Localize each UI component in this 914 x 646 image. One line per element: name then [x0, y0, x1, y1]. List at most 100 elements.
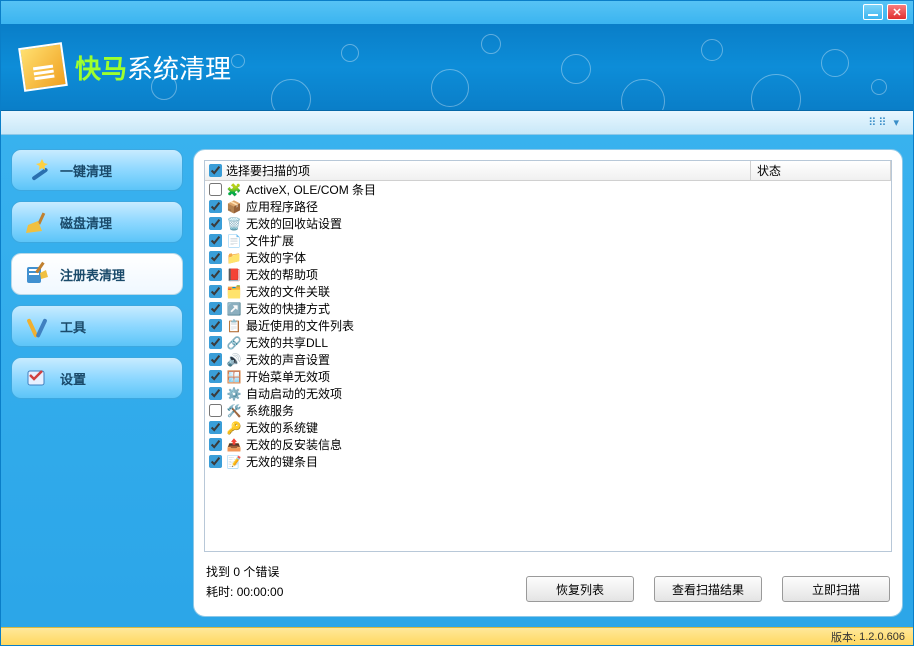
item-icon: 📝 [226, 454, 242, 470]
sidebar-item-label: 磁盘清理 [60, 213, 112, 232]
toolbar: ⠿⠿ ▾ [1, 111, 913, 135]
restore-list-button[interactable]: 恢复列表 [526, 576, 634, 602]
tools-icon [24, 313, 50, 339]
item-checkbox[interactable] [209, 319, 222, 332]
column-header-select[interactable]: 选择要扫描的项 [205, 161, 751, 180]
item-checkbox[interactable] [209, 183, 222, 196]
app-header: 快马系统清理 [1, 23, 913, 111]
item-icon: ↗️ [226, 301, 242, 317]
item-icon: 🗑️ [226, 216, 242, 232]
list-item[interactable]: ⚙️自动启动的无效项 [205, 385, 891, 402]
list-item[interactable]: 📦应用程序路径 [205, 198, 891, 215]
body-area: 一键清理 磁盘清理 注册表清理 工具 [1, 135, 913, 627]
status-text: 找到 0 个错误 耗时: 00:00:00 [206, 562, 506, 602]
item-checkbox[interactable] [209, 421, 222, 434]
app-logo-icon [18, 42, 68, 92]
sidebar-item-disk[interactable]: 磁盘清理 [11, 201, 183, 243]
item-label: 开始菜单无效项 [246, 368, 330, 385]
main-panel: 选择要扫描的项 状态 🧩ActiveX, OLE/COM 条目📦应用程序路径🗑️… [193, 149, 903, 617]
item-icon: 📕 [226, 267, 242, 283]
item-label: 无效的帮助项 [246, 266, 318, 283]
item-checkbox[interactable] [209, 268, 222, 281]
registry-icon [24, 261, 50, 287]
item-checkbox[interactable] [209, 234, 222, 247]
sidebar-item-tools[interactable]: 工具 [11, 305, 183, 347]
app-title-brand: 快马 [75, 54, 127, 84]
item-checkbox[interactable] [209, 387, 222, 400]
item-label: 无效的声音设置 [246, 351, 330, 368]
list-item[interactable]: 📤无效的反安装信息 [205, 436, 891, 453]
menu-grip-icon[interactable]: ⠿⠿ ▾ [868, 116, 901, 129]
list-item[interactable]: 📕无效的帮助项 [205, 266, 891, 283]
app-window: ✕ 快马系统清理 ⠿⠿ ▾ [0, 0, 914, 646]
status-area: 找到 0 个错误 耗时: 00:00:00 恢复列表 查看扫描结果 立即扫描 [204, 552, 892, 606]
item-checkbox[interactable] [209, 353, 222, 366]
item-checkbox[interactable] [209, 302, 222, 315]
item-label: 无效的快捷方式 [246, 300, 330, 317]
list-header: 选择要扫描的项 状态 [205, 161, 891, 181]
item-checkbox[interactable] [209, 200, 222, 213]
item-checkbox[interactable] [209, 285, 222, 298]
list-item[interactable]: 🔊无效的声音设置 [205, 351, 891, 368]
item-checkbox[interactable] [209, 370, 222, 383]
item-checkbox[interactable] [209, 336, 222, 349]
item-icon: 📁 [226, 250, 242, 266]
list-item[interactable]: 🗂️无效的文件关联 [205, 283, 891, 300]
item-icon: ⚙️ [226, 386, 242, 402]
item-label: 系统服务 [246, 402, 294, 419]
item-icon: 📤 [226, 437, 242, 453]
list-item[interactable]: ↗️无效的快捷方式 [205, 300, 891, 317]
item-label: 文件扩展 [246, 232, 294, 249]
elapsed-label: 耗时: [206, 585, 233, 599]
list-item[interactable]: 🗑️无效的回收站设置 [205, 215, 891, 232]
sidebar-item-settings[interactable]: 设置 [11, 357, 183, 399]
item-label: 无效的字体 [246, 249, 306, 266]
column-header-select-label: 选择要扫描的项 [226, 162, 310, 179]
sidebar-item-label: 一键清理 [60, 161, 112, 180]
item-icon: 🗂️ [226, 284, 242, 300]
sidebar-item-registry[interactable]: 注册表清理 [11, 253, 183, 295]
list-item[interactable]: 🧩ActiveX, OLE/COM 条目 [205, 181, 891, 198]
item-checkbox[interactable] [209, 455, 222, 468]
version-value: 1.2.0.606 [859, 631, 905, 643]
item-icon: 📄 [226, 233, 242, 249]
list-item[interactable]: 📋最近使用的文件列表 [205, 317, 891, 334]
column-header-status[interactable]: 状态 [751, 161, 891, 180]
scan-now-button[interactable]: 立即扫描 [782, 576, 890, 602]
list-body[interactable]: 🧩ActiveX, OLE/COM 条目📦应用程序路径🗑️无效的回收站设置📄文件… [205, 181, 891, 551]
item-checkbox[interactable] [209, 438, 222, 451]
select-all-checkbox[interactable] [209, 164, 222, 177]
item-label: ActiveX, OLE/COM 条目 [246, 181, 376, 198]
settings-icon [24, 365, 50, 391]
item-label: 最近使用的文件列表 [246, 317, 354, 334]
view-results-button[interactable]: 查看扫描结果 [654, 576, 762, 602]
broom-icon [24, 209, 50, 235]
app-title: 快马系统清理 [75, 49, 231, 86]
sidebar: 一键清理 磁盘清理 注册表清理 工具 [11, 149, 183, 617]
close-button[interactable]: ✕ [887, 4, 907, 20]
item-label: 无效的系统键 [246, 419, 318, 436]
item-checkbox[interactable] [209, 251, 222, 264]
item-icon: 🪟 [226, 369, 242, 385]
item-icon: 📋 [226, 318, 242, 334]
version-label: 版本: [831, 629, 856, 645]
elapsed-value: 00:00:00 [237, 585, 284, 599]
list-item[interactable]: 🔑无效的系统键 [205, 419, 891, 436]
list-item[interactable]: 📝无效的键条目 [205, 453, 891, 470]
list-item[interactable]: 🛠️系统服务 [205, 402, 891, 419]
scan-list: 选择要扫描的项 状态 🧩ActiveX, OLE/COM 条目📦应用程序路径🗑️… [204, 160, 892, 552]
minimize-button[interactable] [863, 4, 883, 20]
item-icon: 🛠️ [226, 403, 242, 419]
list-item[interactable]: 📄文件扩展 [205, 232, 891, 249]
found-count-label: 找到 0 个错误 [206, 562, 506, 582]
item-icon: 🧩 [226, 182, 242, 198]
item-checkbox[interactable] [209, 217, 222, 230]
list-item[interactable]: 📁无效的字体 [205, 249, 891, 266]
item-icon: 🔑 [226, 420, 242, 436]
sidebar-item-oneclick[interactable]: 一键清理 [11, 149, 183, 191]
list-item[interactable]: 🔗无效的共享DLL [205, 334, 891, 351]
item-label: 无效的共享DLL [246, 334, 328, 351]
item-checkbox[interactable] [209, 404, 222, 417]
item-icon: 🔗 [226, 335, 242, 351]
list-item[interactable]: 🪟开始菜单无效项 [205, 368, 891, 385]
